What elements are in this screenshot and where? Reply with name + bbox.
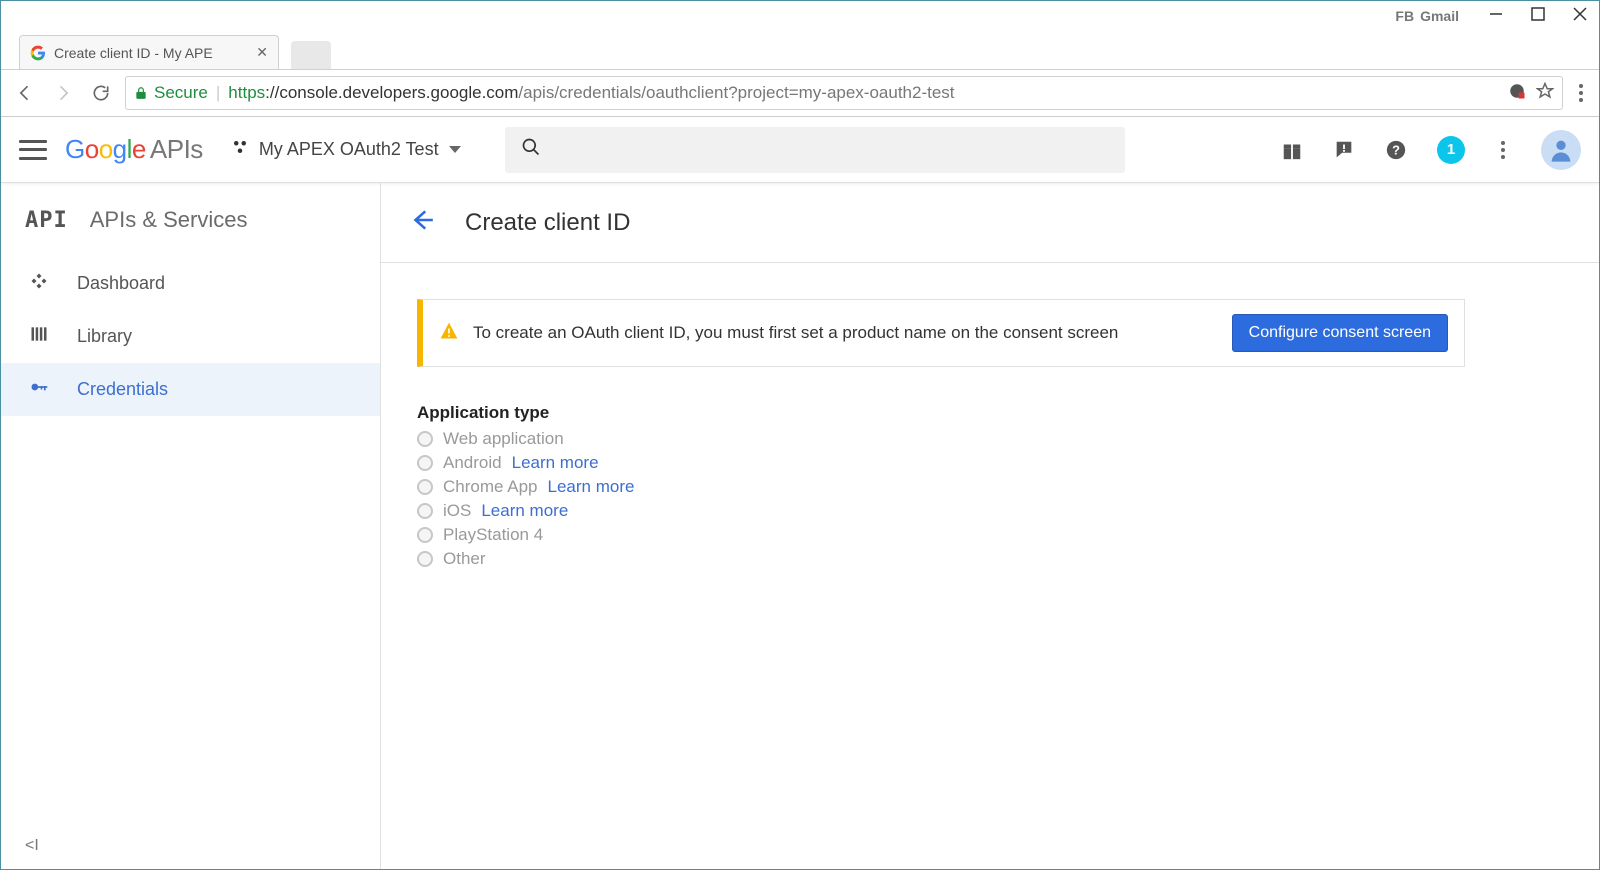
sidebar-item-dashboard[interactable]: Dashboard: [1, 257, 380, 310]
radio-android[interactable]: Android Learn more: [417, 451, 1465, 475]
api-mark-icon: API: [25, 208, 68, 233]
bookmark-bar: FB Gmail: [1395, 8, 1459, 24]
window-minimize-icon[interactable]: [1489, 7, 1503, 26]
sidebar: API APIs & Services Dashboard Library Cr…: [1, 183, 381, 869]
learn-more-link[interactable]: Learn more: [512, 453, 599, 473]
radio-icon: [417, 455, 433, 471]
radio-icon: [417, 527, 433, 543]
window-maximize-icon[interactable]: [1531, 7, 1545, 26]
browser-tab-active[interactable]: Create client ID - My APE ✕: [19, 35, 279, 69]
page-header: Create client ID: [381, 183, 1599, 263]
search-icon: [521, 137, 541, 162]
sidebar-item-label: Library: [77, 326, 132, 347]
key-icon: [29, 377, 49, 402]
browser-tabs: Create client ID - My APE ✕: [1, 31, 1599, 69]
svg-text:?: ?: [1392, 142, 1400, 157]
radio-label: Chrome App: [443, 477, 538, 497]
sidebar-collapse-button[interactable]: <I: [1, 823, 380, 869]
bookmark-gmail[interactable]: Gmail: [1420, 8, 1459, 24]
browser-menu-button[interactable]: [1573, 84, 1589, 102]
browser-toolbar: Secure | https://console.developers.goog…: [1, 69, 1599, 117]
new-tab-button[interactable]: [291, 41, 331, 69]
library-icon: [29, 324, 49, 349]
radio-chrome-app[interactable]: Chrome App Learn more: [417, 475, 1465, 499]
window-titlebar: FB Gmail: [1, 1, 1599, 31]
learn-more-link[interactable]: Learn more: [548, 477, 635, 497]
google-favicon-icon: [30, 45, 46, 61]
search-input[interactable]: [505, 127, 1125, 173]
warning-icon: [439, 321, 459, 346]
sidebar-item-label: Credentials: [77, 379, 168, 400]
bookmark-star-icon[interactable]: [1536, 82, 1554, 105]
google-apis-logo[interactable]: Google APIs: [65, 134, 203, 165]
consent-warning-banner: To create an OAuth client ID, you must f…: [417, 299, 1465, 367]
main-content: Create client ID To create an OAuth clie…: [381, 183, 1599, 869]
page-title: Create client ID: [465, 209, 630, 237]
project-icon: [231, 138, 249, 161]
translate-icon[interactable]: [1508, 82, 1526, 105]
dashboard-icon: [29, 271, 49, 296]
apptype-heading: Application type: [417, 403, 1465, 423]
gift-icon[interactable]: [1281, 139, 1303, 161]
secure-label: Secure: [154, 83, 208, 103]
radio-label: Android: [443, 453, 502, 473]
nav-reload-button[interactable]: [87, 79, 115, 107]
console-header: Google APIs My APEX OAuth2 Test ? 1: [1, 117, 1599, 183]
tab-title: Create client ID - My APE: [54, 45, 248, 61]
learn-more-link[interactable]: Learn more: [481, 501, 568, 521]
url-display: https://console.developers.google.com/ap…: [228, 83, 954, 103]
configure-consent-button[interactable]: Configure consent screen: [1232, 314, 1448, 352]
radio-icon: [417, 551, 433, 567]
radio-playstation4[interactable]: PlayStation 4: [417, 523, 1465, 547]
help-icon[interactable]: ?: [1385, 139, 1407, 161]
sidebar-item-library[interactable]: Library: [1, 310, 380, 363]
sidebar-heading: API APIs & Services: [1, 183, 380, 257]
nav-forward-button[interactable]: [49, 79, 77, 107]
address-bar[interactable]: Secure | https://console.developers.goog…: [125, 76, 1563, 110]
bookmark-fb[interactable]: FB: [1395, 8, 1414, 24]
header-more-button[interactable]: [1495, 141, 1511, 159]
warning-text: To create an OAuth client ID, you must f…: [473, 323, 1218, 343]
application-type-section: Application type Web application Android…: [417, 403, 1465, 571]
nav-back-button[interactable]: [11, 79, 39, 107]
radio-label: Other: [443, 549, 486, 569]
radio-other[interactable]: Other: [417, 547, 1465, 571]
radio-web-application[interactable]: Web application: [417, 427, 1465, 451]
back-arrow-icon[interactable]: [409, 207, 435, 238]
radio-ios[interactable]: iOS Learn more: [417, 499, 1465, 523]
feedback-icon[interactable]: [1333, 139, 1355, 161]
radio-icon: [417, 431, 433, 447]
sidebar-item-credentials[interactable]: Credentials: [1, 363, 380, 416]
project-name: My APEX OAuth2 Test: [259, 139, 439, 160]
chevron-down-icon: [449, 146, 461, 153]
radio-label: iOS: [443, 501, 471, 521]
radio-icon: [417, 503, 433, 519]
project-switcher[interactable]: My APEX OAuth2 Test: [221, 138, 471, 161]
sidebar-title-label: APIs & Services: [90, 207, 248, 233]
notifications-badge[interactable]: 1: [1437, 136, 1465, 164]
tab-close-icon[interactable]: ✕: [256, 44, 268, 61]
radio-icon: [417, 479, 433, 495]
sidebar-item-label: Dashboard: [77, 273, 165, 294]
secure-lock-icon: Secure: [134, 83, 208, 103]
radio-label: Web application: [443, 429, 564, 449]
account-avatar[interactable]: [1541, 130, 1581, 170]
window-close-icon[interactable]: [1573, 7, 1587, 26]
nav-menu-button[interactable]: [19, 140, 47, 160]
radio-label: PlayStation 4: [443, 525, 543, 545]
